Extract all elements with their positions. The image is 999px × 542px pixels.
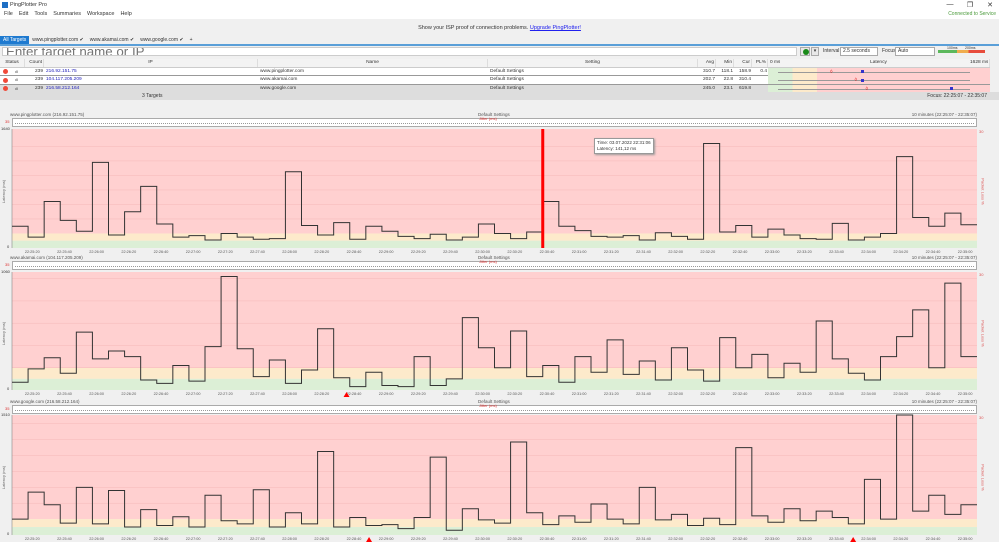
latency-chart[interactable] <box>0 0 999 542</box>
jitter-label: Jitter (ms) <box>479 403 497 408</box>
jitter-label: Jitter (ms) <box>479 116 497 121</box>
tooltip-latency: Latency: 141,12 ms <box>597 146 637 151</box>
good-band <box>12 527 977 535</box>
alert-triangle-icon <box>366 537 373 542</box>
graphs-scrollbar[interactable] <box>990 100 999 542</box>
alert-triangle-icon <box>850 537 857 542</box>
jitter-label: Jitter (ms) <box>479 259 497 264</box>
latency-tooltip: Time: 03.07.2022 22:31:06 Latency: 141,12… <box>594 138 654 154</box>
bad-band <box>12 415 977 520</box>
